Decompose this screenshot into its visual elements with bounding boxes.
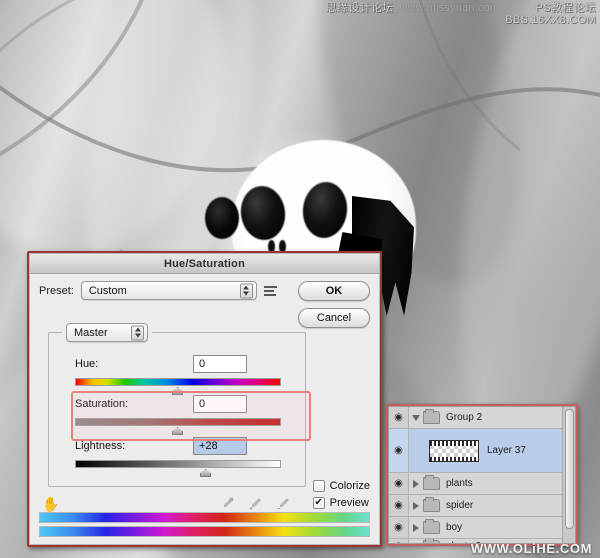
eyedropper-group [220, 497, 290, 511]
layer-visibility-toggle[interactable]: ◉ [389, 495, 409, 516]
lightness-slider-block: Lightness: +28 [49, 437, 305, 477]
hue-saturation-dialog: Hue/Saturation Preset: Custom OK Cancel … [29, 253, 380, 545]
eye-icon: ◉ [394, 411, 403, 423]
lightness-track[interactable] [75, 460, 281, 468]
channel-value: Master [74, 326, 108, 339]
folder-icon [423, 475, 440, 490]
saturation-track-wrap[interactable] [75, 418, 281, 435]
saturation-slider-thumb[interactable] [172, 427, 183, 435]
folder-icon [423, 539, 440, 543]
channel-dropdown-wrap: Master [62, 323, 152, 342]
hue-slider-thumb[interactable] [172, 387, 183, 395]
layers-panel: ◉ Group 2 ◉ Layer 37 ◉ plants ◉ spider ◉… [388, 406, 576, 544]
table-row[interactable]: ◉ Group 2 [389, 407, 575, 429]
layer-visibility-toggle[interactable]: ◉ [389, 407, 409, 428]
eye-icon: ◉ [394, 541, 403, 543]
preset-dropdown[interactable]: Custom [80, 281, 257, 300]
saturation-label: Saturation: [75, 398, 129, 410]
folder-icon [423, 519, 440, 534]
channel-dropdown[interactable]: Master [66, 323, 148, 342]
table-row[interactable]: ◉ boy [389, 517, 575, 539]
dialog-buttons: OK Cancel [298, 281, 370, 328]
lightness-track-wrap[interactable] [75, 460, 281, 477]
preset-options-icon[interactable] [263, 285, 277, 296]
color-range-spectrum [39, 512, 370, 537]
dialog-title: Hue/Saturation [163, 257, 246, 270]
eye-icon: ◉ [394, 444, 403, 456]
colorize-checkbox-row[interactable]: Colorize [312, 480, 370, 492]
layers-scrollbar[interactable] [562, 407, 575, 543]
hue-value-input[interactable]: 0 [193, 355, 247, 373]
layer-name: Layer 37 [487, 445, 526, 456]
layer-thumbnail [429, 439, 479, 462]
lightness-slider-thumb[interactable] [200, 469, 211, 477]
lightness-value-input[interactable]: +28 [193, 437, 247, 455]
layer-visibility-toggle[interactable]: ◉ [389, 473, 409, 494]
layer-name: plants [446, 478, 473, 489]
preview-checkbox-row[interactable]: ✔ Preview [312, 497, 370, 509]
ok-button[interactable]: OK [298, 281, 370, 301]
cancel-button[interactable]: Cancel [298, 308, 370, 328]
table-row[interactable]: ◉ Layer 37 [389, 429, 575, 473]
hue-track-wrap[interactable] [75, 378, 281, 395]
layer-name: boy [446, 522, 463, 533]
layer-visibility-toggle[interactable]: ◉ [389, 517, 409, 538]
hue-track[interactable] [75, 378, 281, 386]
watermark-bottom: WWW.OLiHE.COM [470, 541, 592, 556]
preset-value: Custom [88, 284, 127, 297]
chevron-right-icon[interactable] [409, 479, 423, 488]
layer-name: spider [446, 500, 474, 511]
eye-icon: ◉ [394, 499, 403, 511]
preset-label: Preset: [39, 284, 74, 297]
chevron-right-icon[interactable] [409, 501, 423, 510]
layers-panel-highlight: ◉ Group 2 ◉ Layer 37 ◉ plants ◉ spider ◉… [386, 404, 578, 546]
spectrum-bar-output[interactable] [39, 526, 370, 537]
chevron-updown-icon [239, 283, 253, 298]
adjust-group-box: Master Hue: 0 Saturation: 0 Lightness: +… [48, 323, 306, 487]
preview-checkbox[interactable]: ✔ [312, 497, 325, 509]
layer-visibility-toggle[interactable]: ◉ [389, 539, 409, 543]
skull-eye-far-left [205, 197, 239, 239]
eyedropper-minus-icon[interactable] [276, 497, 290, 511]
folder-icon [423, 409, 440, 424]
screenshot-root: 思缘设计论坛 www.missyuan.com PS教程论坛 BBS.16XX8… [0, 0, 600, 558]
eyedropper-icon[interactable] [220, 497, 234, 511]
layer-name: Group 2 [446, 412, 483, 423]
eye-icon: ◉ [394, 477, 403, 489]
table-row[interactable]: ◉ spider [389, 495, 575, 517]
layers-scrollbar-thumb[interactable] [565, 409, 574, 529]
colorize-label: Colorize [329, 480, 370, 492]
dialog-title-bar[interactable]: Hue/Saturation [30, 254, 379, 274]
saturation-slider-block: Saturation: 0 [49, 395, 305, 435]
eyedropper-plus-icon[interactable] [248, 497, 262, 511]
hue-saturation-dialog-highlight: Hue/Saturation Preset: Custom OK Cancel … [27, 251, 382, 547]
spectrum-bar-input [39, 512, 370, 523]
chevron-updown-icon [131, 325, 144, 340]
hue-slider-block: Hue: 0 [49, 355, 305, 395]
dialog-body: Preset: Custom OK Cancel Master Hue: 0 S… [30, 274, 379, 544]
hue-label: Hue: [75, 358, 99, 370]
colorize-checkbox[interactable] [312, 480, 325, 492]
layer-visibility-toggle[interactable]: ◉ [389, 429, 409, 472]
chevron-right-icon[interactable] [409, 542, 423, 543]
saturation-value-input[interactable]: 0 [193, 395, 247, 413]
folder-icon [423, 497, 440, 512]
on-image-adjust-icon[interactable]: ✋ [42, 496, 59, 513]
chevron-right-icon[interactable] [409, 523, 423, 532]
lightness-label: Lightness: [75, 440, 126, 452]
saturation-track[interactable] [75, 418, 281, 426]
chevron-down-icon[interactable] [409, 414, 423, 421]
preview-label: Preview [329, 497, 369, 509]
eye-icon: ◉ [394, 521, 403, 533]
table-row[interactable]: ◉ plants [389, 473, 575, 495]
dialog-checkboxes: Colorize ✔ Preview [312, 480, 370, 509]
